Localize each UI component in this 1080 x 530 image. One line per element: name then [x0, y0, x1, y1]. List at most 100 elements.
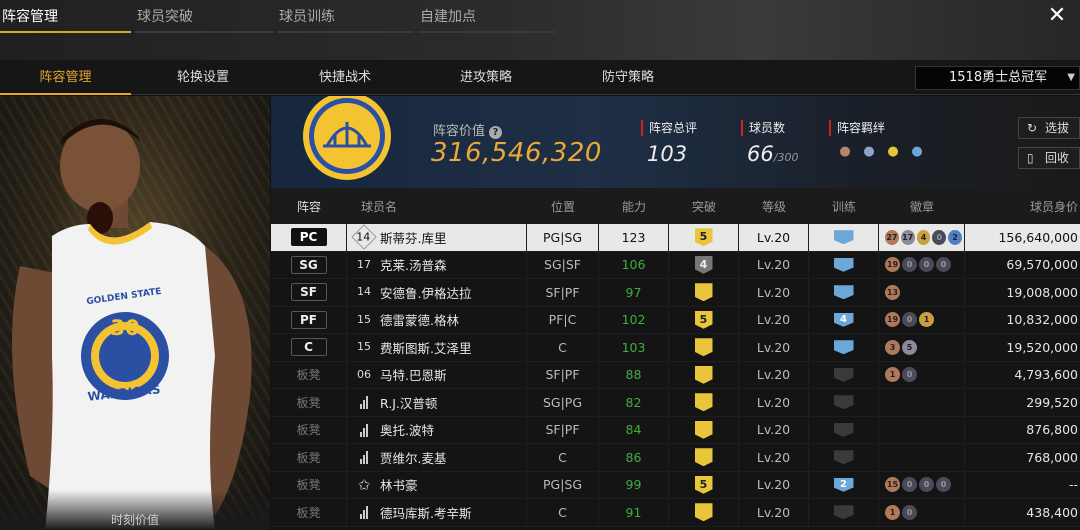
row-badges[interactable]: 19 0 1: [879, 306, 965, 333]
row-level: Lv.20: [739, 251, 809, 278]
header-training[interactable]: 训练: [809, 188, 879, 224]
row-badges[interactable]: 35: [879, 334, 965, 361]
lineup-bonds-label: 阵容羁绊: [829, 120, 927, 136]
row-player-name[interactable]: R.J.汉普顿: [347, 389, 527, 416]
row-player-name[interactable]: 14 安德鲁.伊格达拉: [347, 279, 527, 306]
row-player-name[interactable]: 17 克莱.汤普森: [347, 251, 527, 278]
row-ability: 103: [599, 334, 669, 361]
row-training[interactable]: [809, 251, 879, 278]
row-lineup-slot: 板凳: [271, 361, 347, 388]
header-player-value[interactable]: 球员身价: [965, 188, 1080, 224]
bond-icon-1[interactable]: ●: [835, 144, 855, 160]
row-breakthrough[interactable]: 5: [669, 471, 739, 498]
row-training[interactable]: 2: [809, 471, 879, 498]
badge-icon: 1: [919, 312, 934, 328]
row-badges[interactable]: [879, 444, 965, 471]
table-header: 阵容 球员名 位置 能力 突破 等级 训练 徽章 球员身价: [271, 188, 1080, 224]
row-player-name[interactable]: 14 斯蒂芬.库里: [347, 224, 527, 251]
badge-icon: 1: [885, 367, 900, 383]
table-row[interactable]: 板凳 06 马特.巴恩斯 SF|PF 88 Lv.20 1 0 4,793,600: [271, 361, 1080, 389]
table-row[interactable]: PF 15 德雷蒙德.格林 PF|C 102 5 Lv.20 4 19 0 1 10,832,000: [271, 306, 1080, 334]
row-player-name[interactable]: ✩ 林书豪: [347, 471, 527, 498]
subtab-offense[interactable]: 进攻策略: [423, 60, 549, 95]
header-breakthrough[interactable]: 突破: [669, 188, 739, 224]
row-breakthrough[interactable]: [669, 416, 739, 443]
row-badges[interactable]: 10: [879, 499, 965, 526]
team-select[interactable]: 1518勇士总冠军 ▼: [915, 66, 1080, 90]
close-icon[interactable]: ✕: [1034, 0, 1080, 34]
row-breakthrough[interactable]: [669, 334, 739, 361]
tab-lineup-management[interactable]: 阵容管理: [0, 0, 131, 33]
row-breakthrough[interactable]: [669, 499, 739, 526]
row-breakthrough[interactable]: [669, 444, 739, 471]
jersey-number-icon: 17: [355, 256, 373, 274]
row-badges[interactable]: 15 0 0 0: [879, 471, 965, 498]
select-button[interactable]: ↻ 选拔: [1018, 117, 1080, 139]
row-position: SF|PF: [527, 279, 599, 306]
recycle-button[interactable]: ▯ 回收: [1018, 147, 1080, 169]
header-lineup[interactable]: 阵容: [271, 188, 347, 224]
row-training[interactable]: [809, 334, 879, 361]
row-breakthrough[interactable]: 5: [669, 306, 739, 333]
bond-icon-3[interactable]: ●: [883, 144, 903, 160]
row-training[interactable]: [809, 444, 879, 471]
subtab-defense[interactable]: 防守策略: [565, 60, 691, 95]
table-row[interactable]: SG 17 克莱.汤普森 SG|SF 106 4 Lv.20 19 0 0 0 69,570,000: [271, 251, 1080, 279]
row-position: SF|PF: [527, 416, 599, 443]
row-badges[interactable]: [879, 416, 965, 443]
row-training[interactable]: [809, 224, 879, 251]
subtab-quick-tactics[interactable]: 快捷战术: [282, 60, 408, 95]
table-row[interactable]: PC 14 斯蒂芬.库里 PG|SG 123 5 Lv.20 27 17 4 0 2 156,640,0…: [271, 224, 1080, 252]
row-breakthrough[interactable]: [669, 361, 739, 388]
row-badges[interactable]: [879, 389, 965, 416]
header-player-name[interactable]: 球员名: [347, 188, 527, 224]
header-badges[interactable]: 徽章: [879, 188, 965, 224]
table-row[interactable]: SF 14 安德鲁.伊格达拉 SF|PF 97 Lv.20 13 19,008,000: [271, 279, 1080, 307]
player-name-text: 斯蒂芬.库里: [380, 230, 447, 246]
row-training[interactable]: [809, 279, 879, 306]
row-player-name[interactable]: 贾维尔.麦基: [347, 444, 527, 471]
header-level[interactable]: 等级: [739, 188, 809, 224]
bond-icons[interactable]: ● ● ● ●: [835, 144, 927, 160]
tab-player-training[interactable]: 球员训练: [277, 0, 414, 33]
row-player-name[interactable]: 德玛库斯.考辛斯: [347, 499, 527, 526]
table-row[interactable]: 板凳 奥托.波特 SF|PF 84 Lv.20 876,800: [271, 416, 1080, 444]
jersey-number-text: 14: [357, 285, 371, 299]
player-portrait: [12, 118, 252, 530]
row-badges[interactable]: 27 17 4 0 2: [879, 224, 965, 251]
table-row[interactable]: 板凳 贾维尔.麦基 C 86 Lv.20 768,000: [271, 444, 1080, 472]
row-player-name[interactable]: 奥托.波特: [347, 416, 527, 443]
row-training[interactable]: [809, 361, 879, 388]
table-row[interactable]: 板凳 德玛库斯.考辛斯 C 91 Lv.20 1 0 438,400: [271, 499, 1080, 527]
row-badges[interactable]: 19 0 0 0: [879, 251, 965, 278]
row-lineup-slot: 板凳: [271, 499, 347, 526]
tab-player-breakthrough[interactable]: 球员突破: [135, 0, 273, 33]
row-lineup-slot: C: [271, 334, 347, 361]
table-row[interactable]: 板凳 ✩ 林书豪 PG|SG 99 5 Lv.20 2 15 0 0 0 --: [271, 471, 1080, 499]
subtab-rotation[interactable]: 轮换设置: [140, 60, 266, 95]
table-row[interactable]: 板凳 R.J.汉普顿 SG|PG 82 Lv.20 299,520: [271, 389, 1080, 417]
row-training[interactable]: 4: [809, 306, 879, 333]
subtab-lineup[interactable]: 阵容管理: [0, 60, 131, 95]
row-breakthrough[interactable]: 4: [669, 251, 739, 278]
header-position[interactable]: 位置: [527, 188, 599, 224]
bond-icon-4[interactable]: ●: [907, 144, 927, 160]
row-position: C: [527, 499, 599, 526]
row-player-name[interactable]: 06 马特.巴恩斯: [347, 361, 527, 388]
header-ability[interactable]: 能力: [599, 188, 669, 224]
row-lineup-slot: 板凳: [271, 471, 347, 498]
row-badges[interactable]: 13: [879, 279, 965, 306]
tab-custom-points[interactable]: 自建加点: [418, 0, 556, 33]
table-row[interactable]: C 15 费斯图斯.艾泽里 C 103 Lv.20 3 5 19,520,000: [271, 334, 1080, 362]
bond-icon-2[interactable]: ●: [859, 144, 879, 160]
row-player-name[interactable]: 15 德雷蒙德.格林: [347, 306, 527, 333]
row-training[interactable]: [809, 389, 879, 416]
row-training[interactable]: [809, 416, 879, 443]
row-player-name[interactable]: 15 费斯图斯.艾泽里: [347, 334, 527, 361]
row-breakthrough[interactable]: 5: [669, 224, 739, 251]
row-training[interactable]: [809, 499, 879, 526]
row-badges[interactable]: 10: [879, 361, 965, 388]
row-breakthrough[interactable]: [669, 279, 739, 306]
breakthrough-icon: [694, 420, 713, 439]
row-breakthrough[interactable]: [669, 389, 739, 416]
